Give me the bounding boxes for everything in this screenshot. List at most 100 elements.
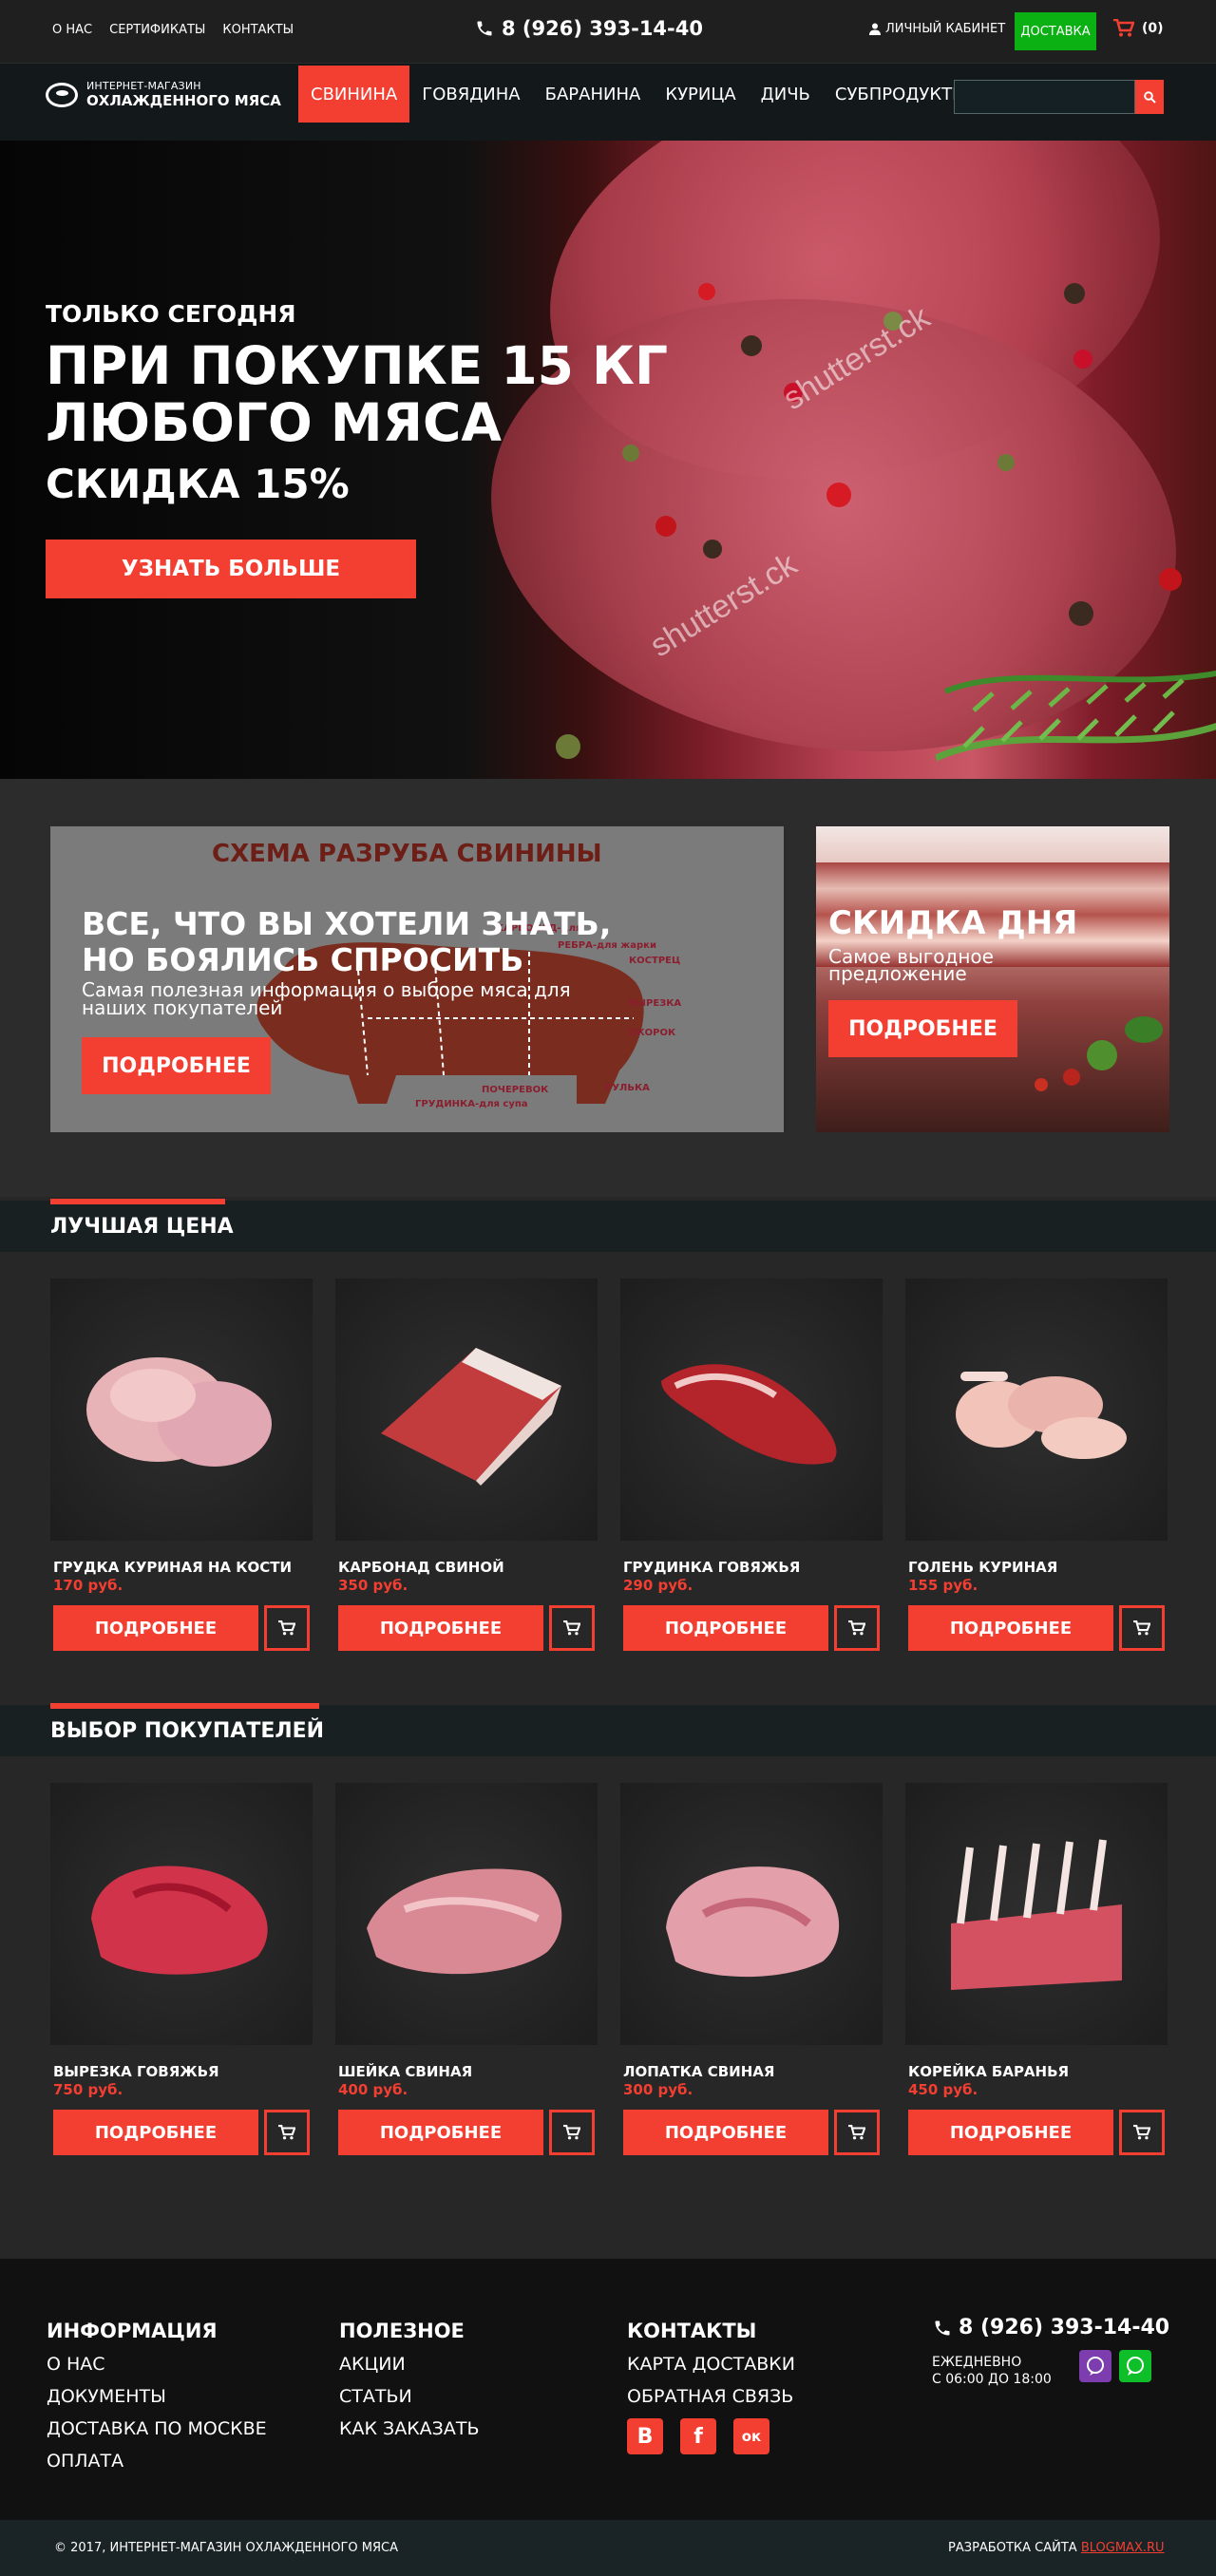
bottom-bar: © 2017, ИНТЕРНЕТ-МАГАЗИН ОХЛАЖДЕННОГО МЯ… [0,2520,1216,2576]
product-price: 300 руб. [623,2081,694,2098]
add-to-cart-button[interactable] [1119,2110,1165,2155]
footer-link-payment[interactable]: ОПЛАТА [47,2451,267,2472]
add-to-cart-button[interactable] [264,2110,310,2155]
product-image[interactable] [335,1783,598,2045]
vk-icon[interactable]: В [627,2418,663,2454]
viber-icon[interactable] [1079,2350,1112,2382]
phone-icon [477,21,492,36]
cart-icon [563,2125,580,2140]
footer-link-articles[interactable]: СТАТЬИ [339,2386,480,2407]
product-card: ЛОПАТКА СВИНАЯ 300 руб. ПОДРОБНЕЕ [620,1783,883,2196]
product-details-button[interactable]: ПОДРОБНЕЕ [908,1605,1113,1651]
whatsapp-icon[interactable] [1119,2350,1151,2382]
footer-link-delivery-map[interactable]: КАРТА ДОСТАВКИ [627,2354,795,2375]
add-to-cart-button[interactable] [549,2110,595,2155]
product-name: ШЕЙКА СВИНАЯ [338,2063,473,2080]
section-accent-bar [50,1199,225,1204]
spice-decor [1063,1069,1080,1086]
product-name: ВЫРЕЗКА ГОВЯЖЬЯ [53,2063,219,2080]
cart-icon [1113,19,1134,37]
hero-banner: shutterst.ck shutterst.ck ТОЛЬКО СЕГОДНЯ… [0,141,1216,779]
top-link-certificates[interactable]: СЕРТИФИКАТЫ [109,23,205,37]
logo-line1: ИНТЕРНЕТ-МАГАЗИН [86,80,201,92]
nav-item-chicken[interactable]: КУРИЦА [653,66,748,123]
product-details-button[interactable]: ПОДРОБНЕЕ [53,1605,258,1651]
logo[interactable]: ИНТЕРНЕТ-МАГАЗИН ОХЛАЖДЕННОГО МЯСА [46,80,281,109]
search-input[interactable] [954,80,1135,114]
product-image[interactable] [620,1279,883,1541]
promo-pork-cuts[interactable]: СХЕМА РАЗРУБА СВИНИНЫ КАРБОНАД-для РЕБРА… [50,826,784,1132]
spice-decor [741,335,762,356]
account-link[interactable]: ЛИЧНЫЙ КАБИНЕТ [869,22,1005,36]
footer-link-feedback[interactable]: ОБРАТНАЯ СВЯЗЬ [627,2386,795,2407]
developer-link[interactable]: BLOGMAX.RU [1081,2541,1165,2555]
user-icon [869,23,881,35]
footer-phone[interactable]: 8 (926) 393-14-40 [933,2316,1169,2339]
promo-left-title: ВСЕ, ЧТО ВЫ ХОТЕЛИ ЗНАТЬ, НО БОЯЛИСЬ СПР… [82,906,671,978]
top-link-contacts[interactable]: КОНТАКТЫ [222,23,294,37]
add-to-cart-button[interactable] [1119,1605,1165,1651]
best-price-header: ЛУЧШАЯ ЦЕНА [0,1199,1216,1252]
nav-item-beef[interactable]: ГОВЯДИНА [409,66,532,123]
footer-link-delivery-moscow[interactable]: ДОСТАВКА ПО МОСКВЕ [47,2418,267,2439]
svg-text:ВЫРЕЗКА: ВЫРЕЗКА [629,998,681,1009]
cart-link[interactable]: (0) [1113,19,1164,37]
nav-item-game[interactable]: ДИЧЬ [749,66,823,123]
working-hours-line2: С 06:00 ДО 18:00 [932,2372,1052,2387]
product-image[interactable] [335,1279,598,1541]
copyright: © 2017, ИНТЕРНЕТ-МАГАЗИН ОХЛАЖДЕННОГО МЯ… [54,2541,398,2555]
top-phone[interactable]: 8 (926) 393-14-40 [475,17,703,40]
search-icon [1143,90,1156,104]
add-to-cart-button[interactable] [834,1605,880,1651]
product-price: 350 руб. [338,1577,408,1594]
add-to-cart-button[interactable] [549,1605,595,1651]
nav-item-pork[interactable]: СВИНИНА [298,66,410,123]
footer-info-title: ИНФОРМАЦИЯ [47,2320,218,2342]
schema-title: СХЕМА РАЗРУБА СВИНИНЫ [212,840,602,868]
product-name: ЛОПАТКА СВИНАЯ [623,2063,775,2080]
product-name: ГОЛЕНЬ КУРИНАЯ [908,1559,1058,1576]
product-image[interactable] [50,1783,313,2045]
nav-item-lamb[interactable]: БАРАНИНА [533,66,654,123]
add-to-cart-button[interactable] [834,2110,880,2155]
svg-text:РУЛЬКА: РУЛЬКА [605,1083,650,1093]
facebook-icon[interactable]: f [680,2418,716,2454]
promo-deal-of-day[interactable]: СКИДКА ДНЯ Самое выгодное предложение ПО… [816,826,1169,1132]
product-card: ГРУДИНКА ГОВЯЖЬЯ 290 руб. ПОДРОБНЕЕ [620,1279,883,1692]
top-bar: О НАС СЕРТИФИКАТЫ КОНТАКТЫ 8 (926) 393-1… [0,0,1216,63]
spice-decor [703,540,722,559]
product-details-button[interactable]: ПОДРОБНЕЕ [623,1605,828,1651]
product-details-button[interactable]: ПОДРОБНЕЕ [338,1605,543,1651]
product-card: КОРЕЙКА БАРАНЬЯ 450 руб. ПОДРОБНЕЕ [905,1783,1168,2196]
product-details-button[interactable]: ПОДРОБНЕЕ [53,2110,258,2155]
product-details-button[interactable]: ПОДРОБНЕЕ [338,2110,543,2155]
top-link-about[interactable]: О НАС [52,23,92,37]
delivery-button[interactable]: ДОСТАВКА [1015,12,1096,50]
product-details-button[interactable]: ПОДРОБНЕЕ [623,2110,828,2155]
product-image[interactable] [620,1783,883,2045]
footer-link-promotions[interactable]: АКЦИИ [339,2354,480,2375]
footer-link-how-to-order[interactable]: КАК ЗАКАЗАТЬ [339,2418,480,2439]
footer-link-about[interactable]: О НАС [47,2354,267,2375]
product-card: КАРБОНАД СВИНОЙ 350 руб. ПОДРОБНЕЕ [335,1279,598,1692]
promo-left-title-line1: ВСЕ, ЧТО ВЫ ХОТЕЛИ ЗНАТЬ, [82,905,612,942]
product-image[interactable] [50,1279,313,1541]
learn-more-button[interactable]: УЗНАТЬ БОЛЬШЕ [46,540,416,598]
spice-decor [998,454,1015,471]
add-to-cart-button[interactable] [264,1605,310,1651]
odnoklassniki-icon[interactable]: ок [733,2418,770,2454]
spice-decor [1087,1040,1117,1070]
product-image[interactable] [905,1783,1168,2045]
search-button[interactable] [1135,80,1164,114]
footer-contacts-column: КОНТАКТЫ КАРТА ДОСТАВКИ ОБРАТНАЯ СВЯЗЬ В… [627,2320,795,2454]
footer-phone-number: 8 (926) 393-14-40 [959,2316,1170,2339]
product-card: ГОЛЕНЬ КУРИНАЯ 155 руб. ПОДРОБНЕЕ [905,1279,1168,1692]
promo-right-title: СКИДКА ДНЯ [828,904,1078,942]
promo-right-button[interactable]: ПОДРОБНЕЕ [828,1000,1017,1057]
search-box [954,80,1164,114]
product-image[interactable] [905,1279,1168,1541]
footer-link-documents[interactable]: ДОКУМЕНТЫ [47,2386,267,2407]
product-price: 170 руб. [53,1577,124,1594]
promo-left-button[interactable]: ПОДРОБНЕЕ [82,1037,271,1094]
product-details-button[interactable]: ПОДРОБНЕЕ [908,2110,1113,2155]
